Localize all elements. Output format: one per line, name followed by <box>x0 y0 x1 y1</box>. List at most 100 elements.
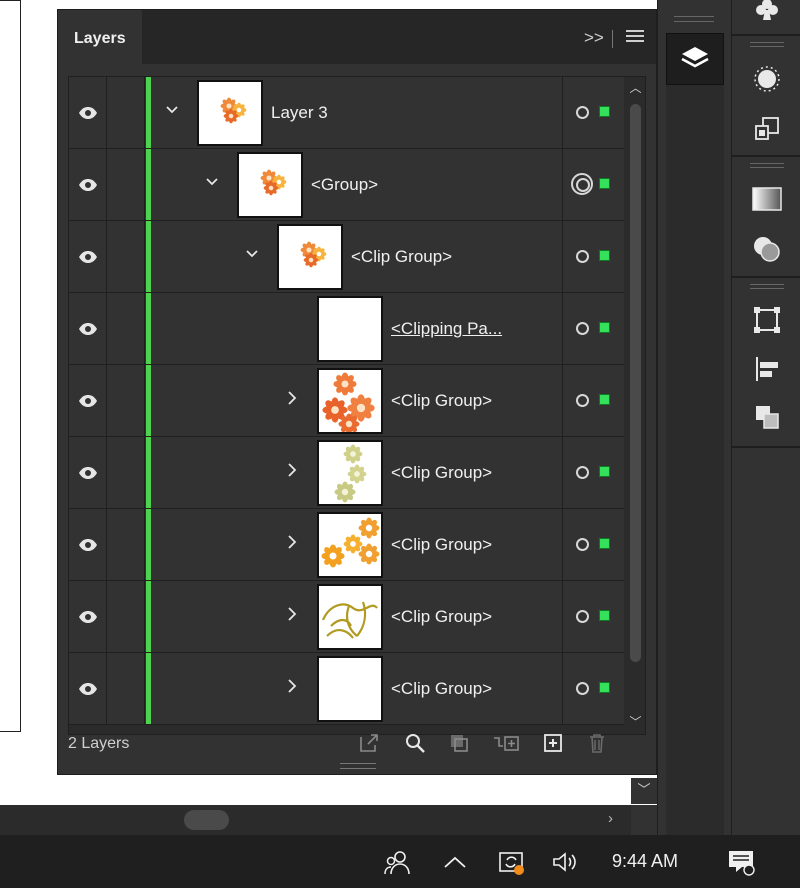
dock-grip[interactable] <box>750 284 784 289</box>
layer-name[interactable]: <Clip Group> <box>391 463 492 483</box>
layer-name[interactable]: <Clip Group> <box>391 679 492 699</box>
selection-indicator[interactable] <box>599 682 610 693</box>
clock-time[interactable]: 9:44 AM <box>612 851 678 872</box>
layer-name[interactable]: <Clip Group> <box>391 607 492 627</box>
lock-toggle[interactable] <box>107 149 145 220</box>
selection-indicator[interactable] <box>599 394 610 405</box>
chevron-down-icon[interactable] <box>205 174 219 194</box>
chevron-up-icon[interactable] <box>440 847 470 877</box>
lock-toggle[interactable] <box>107 437 145 508</box>
layer-row[interactable]: Layer 3 <box>69 77 624 149</box>
layer-row[interactable]: <Clip Group> <box>69 581 624 653</box>
chevron-right-icon[interactable] <box>285 462 299 482</box>
layer-name[interactable]: Layer 3 <box>271 103 328 123</box>
lock-toggle[interactable] <box>107 77 145 148</box>
lock-toggle[interactable] <box>107 293 145 364</box>
target-icon[interactable] <box>576 466 589 479</box>
tab-layers[interactable]: Layers <box>58 10 142 64</box>
layer-row[interactable]: <Clip Group> <box>69 365 624 437</box>
dock-grip[interactable] <box>750 42 784 47</box>
chevron-right-icon[interactable] <box>285 678 299 698</box>
chevron-down-icon[interactable] <box>165 102 179 122</box>
target-icon[interactable] <box>571 173 593 195</box>
align-icon[interactable] <box>750 352 784 386</box>
layer-name[interactable]: <Group> <box>311 175 378 195</box>
layer-row[interactable]: <Clip Group> <box>69 509 624 581</box>
visibility-toggle[interactable] <box>69 581 107 652</box>
selection-indicator[interactable] <box>599 538 610 549</box>
canvas-scroll-down-arrow[interactable]: ﹀ <box>631 778 657 804</box>
scroll-down-arrow[interactable]: ﹀ <box>628 713 643 730</box>
vertical-scrollbar[interactable]: ︿ ﹀ <box>625 77 645 734</box>
collapse-panel-button[interactable]: >> <box>584 28 604 48</box>
target-icon[interactable] <box>576 106 589 119</box>
selection-indicator[interactable] <box>599 466 610 477</box>
layer-name[interactable]: <Clipping Pa... <box>391 319 502 339</box>
transparency-icon[interactable] <box>750 232 784 266</box>
horizontal-scroll-thumb[interactable] <box>184 810 229 830</box>
transform-icon[interactable] <box>750 112 784 146</box>
selection-indicator[interactable] <box>599 250 610 261</box>
target-icon[interactable] <box>576 394 589 407</box>
club-symbol-icon[interactable] <box>750 0 784 26</box>
chevron-right-icon[interactable] <box>285 390 299 410</box>
dock-grip[interactable] <box>750 163 784 168</box>
sublayer-icon[interactable] <box>491 732 521 756</box>
layer-row[interactable]: <Clip Group> <box>69 653 624 725</box>
chevron-down-icon[interactable] <box>245 246 259 266</box>
volume-icon[interactable] <box>551 847 581 877</box>
scroll-right-arrow[interactable]: › <box>608 810 613 827</box>
target-icon[interactable] <box>576 610 589 623</box>
panel-resize-grip[interactable] <box>340 763 376 769</box>
visibility-toggle[interactable] <box>69 365 107 436</box>
visibility-toggle[interactable] <box>69 149 107 220</box>
visibility-toggle[interactable] <box>69 509 107 580</box>
lock-toggle[interactable] <box>107 365 145 436</box>
lock-toggle[interactable] <box>107 221 145 292</box>
target-icon[interactable] <box>576 250 589 263</box>
layer-name[interactable]: <Clip Group> <box>391 391 492 411</box>
selection-indicator[interactable] <box>599 178 610 189</box>
layer-name[interactable]: <Clip Group> <box>351 247 452 267</box>
sync-icon[interactable] <box>496 847 526 877</box>
search-icon[interactable] <box>403 732 427 756</box>
brush-circle-icon[interactable] <box>750 62 784 96</box>
layer-row[interactable]: <Group> <box>69 149 624 221</box>
selection-indicator[interactable] <box>599 106 610 117</box>
gradient-icon[interactable] <box>750 182 784 216</box>
layer-row[interactable]: <Clipping Pa... <box>69 293 624 365</box>
layer-row[interactable]: <Clip Group> <box>69 437 624 509</box>
lock-toggle[interactable] <box>107 653 145 724</box>
lock-toggle[interactable] <box>107 581 145 652</box>
clip-mask-icon[interactable] <box>447 732 471 756</box>
selection-indicator[interactable] <box>599 610 610 621</box>
visibility-toggle[interactable] <box>69 77 107 148</box>
visibility-toggle[interactable] <box>69 221 107 292</box>
notifications-icon[interactable] <box>726 847 756 877</box>
lock-toggle[interactable] <box>107 509 145 580</box>
horizontal-scrollbar[interactable]: › <box>0 805 631 835</box>
visibility-toggle[interactable] <box>69 653 107 724</box>
people-icon[interactable] <box>382 847 412 877</box>
scroll-thumb[interactable] <box>630 104 641 662</box>
trash-icon[interactable] <box>585 732 609 756</box>
artboard-select-icon[interactable] <box>750 303 784 337</box>
selection-indicator[interactable] <box>599 322 610 333</box>
new-layer-icon[interactable] <box>541 732 565 756</box>
layer-name[interactable]: <Clip Group> <box>391 535 492 555</box>
layer-row[interactable]: <Clip Group> <box>69 221 624 293</box>
visibility-toggle[interactable] <box>69 293 107 364</box>
chevron-right-icon[interactable] <box>285 606 299 626</box>
target-icon[interactable] <box>576 538 589 551</box>
dock-grip[interactable] <box>674 16 714 22</box>
layer-thumbnail <box>317 296 383 362</box>
target-icon[interactable] <box>576 682 589 695</box>
scroll-up-arrow[interactable]: ︿ <box>628 79 643 96</box>
pathfinder-icon[interactable] <box>750 400 784 434</box>
target-icon[interactable] <box>576 322 589 335</box>
chevron-right-icon[interactable] <box>285 534 299 554</box>
visibility-toggle[interactable] <box>69 437 107 508</box>
hamburger-menu-icon[interactable] <box>626 28 644 48</box>
layers-panel-button[interactable] <box>666 33 724 85</box>
export-icon[interactable] <box>357 732 381 756</box>
